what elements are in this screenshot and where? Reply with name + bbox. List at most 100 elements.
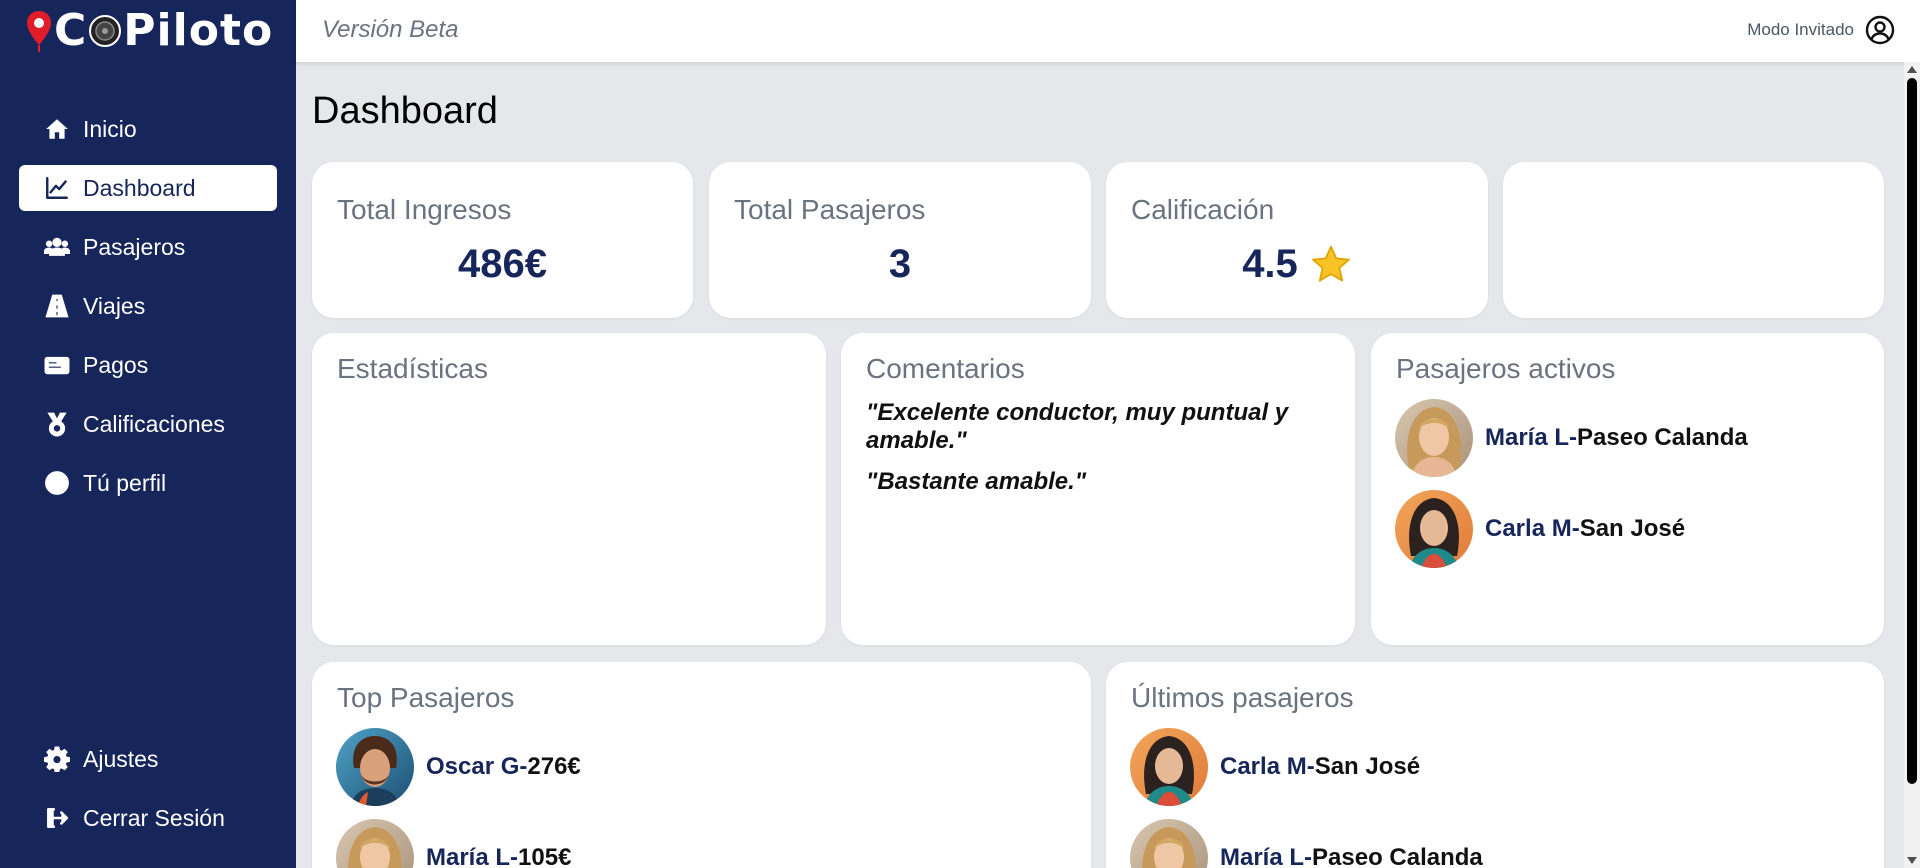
passenger-detail: San José: [1579, 515, 1686, 542]
main-scrollbar[interactable]: [1904, 62, 1920, 868]
sidebar-item-label: Pasajeros: [83, 233, 186, 260]
star-icon: [1311, 245, 1350, 281]
comment-text: "Bastante amable.": [866, 468, 1087, 495]
passenger-name: María L: [426, 844, 511, 868]
passenger-detail: 276€: [527, 753, 581, 780]
passenger-name: Carla M: [1485, 515, 1572, 542]
estadisticas-card: Estadísticas: [312, 333, 826, 645]
list-item[interactable]: Carla M - San José: [1395, 490, 1685, 568]
stat-card-ingresos: Total Ingresos 486€: [312, 162, 693, 318]
separator: -: [1569, 424, 1578, 451]
steering-wheel-icon: [89, 15, 122, 47]
sidebar-bottom-nav: Ajustes Cerrar Sesión: [19, 736, 277, 854]
avatar: [1395, 399, 1473, 477]
separator: -: [1571, 515, 1580, 542]
passenger-detail: Paseo Calanda: [1312, 844, 1483, 868]
ultimos-pasajeros-card: Últimos pasajeros Carla M - San José Mar…: [1106, 662, 1884, 868]
card-title: Estadísticas: [337, 353, 488, 384]
list-item[interactable]: Oscar G - 276€: [336, 728, 581, 806]
card-title: Últimos pasajeros: [1131, 682, 1354, 713]
page-title: Dashboard: [312, 90, 498, 132]
sidebar-item-calificaciones[interactable]: Calificaciones: [19, 401, 277, 447]
passenger-name: María L: [1220, 844, 1305, 868]
card-title: Comentarios: [866, 353, 1025, 384]
sidebar-item-dashboard[interactable]: Dashboard: [19, 165, 277, 211]
users-icon: [43, 233, 71, 261]
passenger-name: Carla M: [1220, 753, 1307, 780]
stat-card-empty: [1503, 162, 1884, 318]
sidebar-item-perfil[interactable]: Tú perfil: [19, 460, 277, 506]
sidebar-item-label: Ajustes: [83, 745, 159, 772]
pasajeros-activos-card: Pasajeros activos María L - Paseo Caland…: [1371, 333, 1884, 645]
stat-value-text: 3: [888, 242, 912, 286]
avatar: [1130, 819, 1208, 868]
scroll-down-arrow-icon[interactable]: [1907, 857, 1917, 864]
sidebar-item-label: Dashboard: [83, 174, 196, 201]
list-item[interactable]: María L - 105€: [336, 819, 571, 868]
guest-mode-label: Modo Invitado: [1747, 20, 1854, 39]
comment-text: "Excelente conductor, muy puntual y amab…: [866, 399, 1289, 454]
stat-title: Total Pasajeros: [734, 194, 926, 225]
beta-label: Versión Beta: [322, 16, 459, 43]
passenger-detail: 105€: [518, 844, 572, 868]
passenger-name: María L: [1485, 424, 1570, 451]
card-title: Top Pasajeros: [337, 682, 515, 713]
comentarios-card: Comentarios "Excelente conductor, muy pu…: [841, 333, 1355, 645]
sidebar-item-pasajeros[interactable]: Pasajeros: [19, 224, 277, 270]
sidebar: C Piloto Inicio Dashboard Pasajeros Viaj…: [0, 0, 296, 868]
sidebar-nav: Inicio Dashboard Pasajeros Viajes Pagos …: [19, 106, 277, 519]
stat-title: Total Ingresos: [337, 194, 512, 225]
logo-text-post: Piloto: [123, 5, 274, 56]
sidebar-item-label: Tú perfil: [83, 469, 167, 496]
map-pin-icon: [27, 11, 51, 52]
passenger-detail: San José: [1314, 753, 1421, 780]
road-icon: [43, 292, 71, 320]
stat-value-text: 486€: [458, 242, 547, 286]
passenger-name: Oscar G: [426, 753, 520, 780]
sidebar-item-label: Cerrar Sesión: [83, 804, 225, 831]
separator: -: [510, 844, 519, 868]
stat-title: Calificación: [1131, 194, 1275, 225]
sign-out-icon: [43, 804, 71, 832]
separator: -: [1306, 753, 1315, 780]
stat-value: 4.5: [1106, 242, 1488, 287]
app-logo[interactable]: C Piloto: [24, 6, 273, 56]
separator: -: [519, 753, 528, 780]
logo-text: C Piloto: [54, 6, 273, 56]
chart-line-icon: [43, 174, 71, 202]
stat-card-calificacion: Calificación 4.5: [1106, 162, 1488, 318]
list-item[interactable]: María L - Paseo Calanda: [1395, 399, 1748, 477]
stat-value: 3: [709, 242, 1091, 287]
sidebar-item-label: Inicio: [83, 115, 137, 142]
sidebar-item-ajustes[interactable]: Ajustes: [19, 736, 277, 782]
sidebar-item-label: Calificaciones: [83, 410, 225, 437]
avatar: [1395, 490, 1473, 568]
passenger-detail: Paseo Calanda: [1577, 424, 1748, 451]
sidebar-item-pagos[interactable]: Pagos: [19, 342, 277, 388]
sidebar-item-inicio[interactable]: Inicio: [19, 106, 277, 152]
scrollbar-thumb[interactable]: [1907, 78, 1917, 784]
user-circle-icon[interactable]: [1864, 14, 1896, 46]
top-pasajeros-card: Top Pasajeros Oscar G - 276€ María L - 1…: [312, 662, 1091, 868]
logo-text-pre: C: [54, 5, 88, 56]
sidebar-item-viajes[interactable]: Viajes: [19, 283, 277, 329]
sidebar-item-cerrar-sesion[interactable]: Cerrar Sesión: [19, 795, 277, 841]
separator: -: [1304, 844, 1313, 868]
stat-card-pasajeros: Total Pasajeros 3: [709, 162, 1091, 318]
scroll-up-arrow-icon[interactable]: [1907, 66, 1917, 73]
id-card-icon: [43, 351, 71, 379]
list-item[interactable]: Carla M - San José: [1130, 728, 1420, 806]
medal-icon: [43, 410, 71, 438]
gear-icon: [43, 745, 71, 773]
stat-value-text: 4.5: [1242, 242, 1298, 286]
user-circle-icon: [43, 469, 71, 497]
sidebar-item-label: Pagos: [83, 351, 149, 378]
avatar: [336, 819, 414, 868]
home-icon: [43, 115, 71, 143]
avatar: [1130, 728, 1208, 806]
stat-value: 486€: [312, 242, 693, 287]
avatar: [336, 728, 414, 806]
list-item[interactable]: María L - Paseo Calanda: [1130, 819, 1483, 868]
top-header: Versión Beta Modo Invitado: [296, 0, 1920, 62]
card-title: Pasajeros activos: [1396, 353, 1616, 384]
